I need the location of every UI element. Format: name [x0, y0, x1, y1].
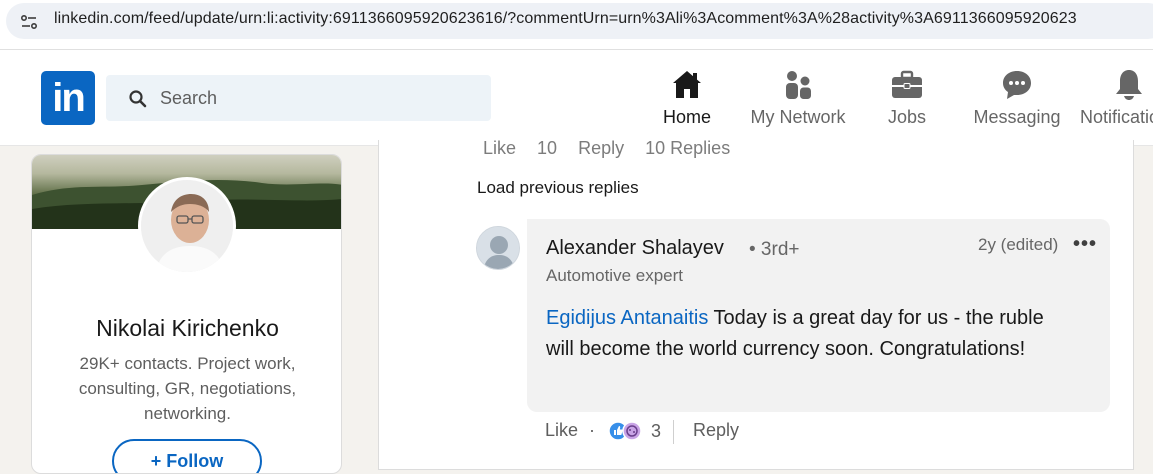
people-icon — [786, 71, 811, 99]
search-input[interactable] — [160, 75, 480, 121]
profile-name[interactable]: Nikolai Kirichenko — [32, 315, 341, 342]
separator-dot: · — [589, 420, 595, 440]
previous-reaction-count[interactable]: 10 — [537, 138, 557, 159]
comment-bubble: Alexander Shalayev • 3rd+ Automotive exp… — [527, 219, 1110, 412]
reaction-icons[interactable] — [607, 420, 645, 442]
previous-replies-count[interactable]: 10 Replies — [645, 138, 730, 159]
briefcase-icon — [892, 70, 922, 98]
top-nav-bar: in Home My Network Jobs — [0, 50, 1153, 148]
post-comments-panel: Like 10 Reply 10 Replies Load previous r… — [378, 138, 1134, 470]
previous-comment-actions: Like 10 Reply 10 Replies — [483, 138, 746, 159]
bell-icon — [1116, 70, 1142, 100]
comment-text: Egidijus Antanaitis Today is a great day… — [546, 303, 1066, 365]
profile-card: Nikolai Kirichenko 29K+ contacts. Projec… — [31, 154, 342, 474]
chat-bubble-icon — [1003, 71, 1031, 99]
commenter-avatar[interactable] — [476, 226, 520, 270]
follow-button[interactable]: + Follow — [112, 439, 262, 473]
nav-notifications[interactable]: Notifications — [1074, 66, 1153, 132]
nav-messaging[interactable]: Messaging — [966, 66, 1068, 132]
reaction-count[interactable]: 3 — [651, 421, 661, 442]
like-button[interactable]: Like — [545, 420, 578, 441]
previous-like-button[interactable]: Like — [483, 138, 516, 159]
load-previous-replies-link[interactable]: Load previous replies — [477, 178, 639, 198]
profile-headline: 29K+ contacts. Project work, consulting,… — [78, 354, 297, 423]
mention-link[interactable]: Egidijus Antanaitis — [546, 307, 708, 329]
previous-reply-button[interactable]: Reply — [578, 138, 624, 159]
nav-home[interactable]: Home — [632, 66, 742, 148]
nav-home-label: Home — [662, 107, 711, 127]
browser-url-bar: linkedin.com/feed/update/urn:li:activity… — [0, 0, 1153, 44]
comment-timestamp: 2y (edited) — [978, 235, 1059, 254]
search-box[interactable] — [106, 75, 491, 121]
connection-degree: • 3rd+ — [749, 239, 800, 260]
reply-button[interactable]: Reply — [693, 420, 739, 441]
home-icon — [673, 71, 701, 98]
url-text[interactable]: linkedin.com/feed/update/urn:li:activity… — [54, 10, 1077, 28]
more-options-icon[interactable]: ••• — [1073, 233, 1097, 256]
nav-my-network-label: My Network — [750, 107, 846, 127]
nav-jobs-label: Jobs — [887, 107, 927, 127]
nav-messaging-label: Messaging — [973, 107, 1061, 127]
comment-author-headline: Automotive expert — [546, 266, 684, 285]
site-settings-icon[interactable] — [14, 7, 44, 37]
nav-notifications-label: Notifications — [1079, 107, 1153, 127]
nav-my-network[interactable]: My Network — [742, 66, 854, 132]
nav-jobs[interactable]: Jobs — [866, 66, 948, 132]
comment-author-name[interactable]: Alexander Shalayev — [546, 237, 724, 260]
search-icon — [129, 90, 147, 108]
linkedin-logo[interactable]: in — [41, 71, 95, 125]
action-divider — [673, 420, 674, 444]
profile-avatar[interactable] — [138, 177, 236, 275]
